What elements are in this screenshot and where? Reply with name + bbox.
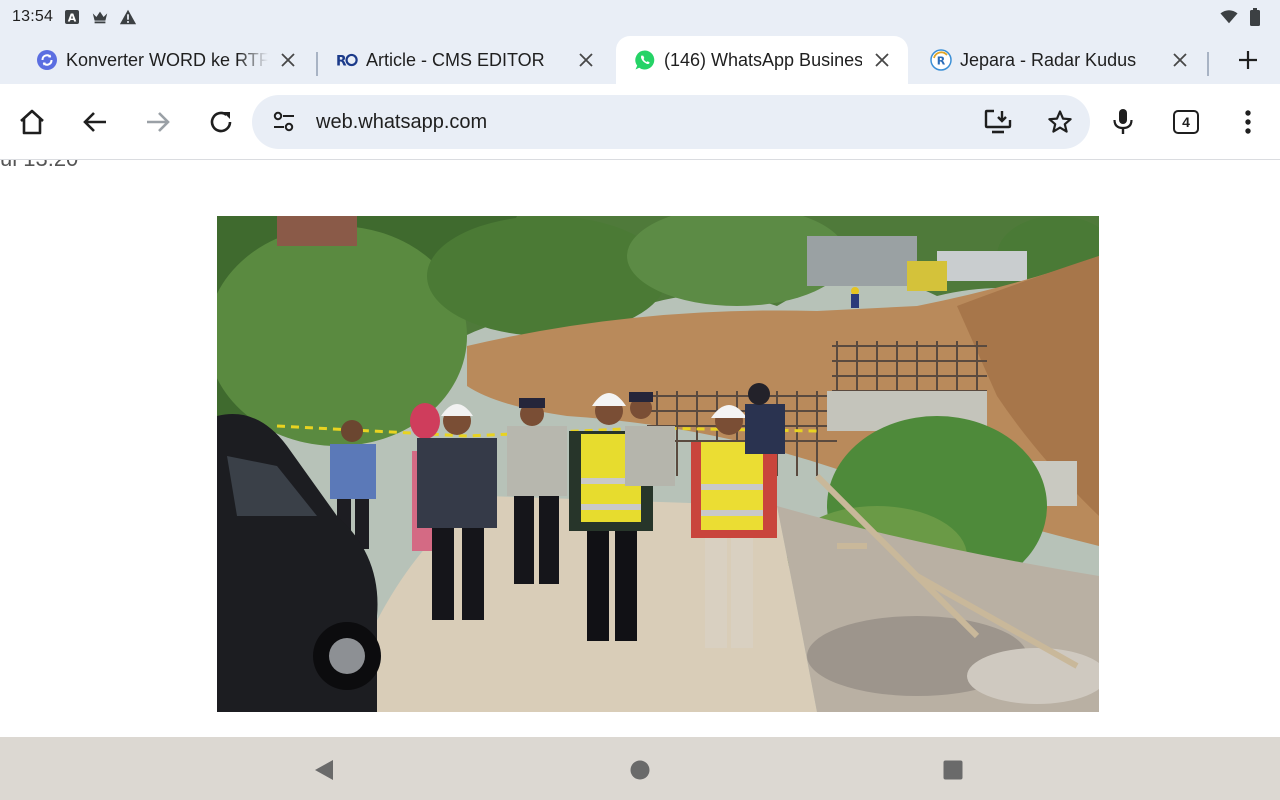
triangle-back-icon: [315, 760, 333, 780]
crown-icon: [91, 8, 109, 26]
site-settings-icon[interactable]: [264, 102, 304, 142]
install-app-icon: [984, 109, 1012, 134]
whatsapp-icon: [634, 49, 656, 71]
construction-site-photo[interactable]: [217, 216, 1099, 712]
android-nav-bar: [0, 737, 1280, 800]
menu-button[interactable]: [1228, 102, 1268, 142]
square-recents-icon: [943, 760, 963, 780]
nav-back-button[interactable]: [309, 755, 339, 785]
home-button[interactable]: [12, 102, 52, 142]
close-tab-icon[interactable]: [868, 46, 896, 74]
arrow-right-icon: [147, 112, 170, 132]
tab-switcher-button[interactable]: 4: [1166, 102, 1206, 142]
more-vert-icon: [1245, 110, 1251, 134]
tab-count: 4: [1173, 110, 1199, 134]
browser-toolbar: web.whatsapp.com 4: [0, 84, 1280, 160]
tab-article-cms[interactable]: R Article - CMS EDITOR: [318, 36, 612, 84]
star-icon: [1048, 110, 1072, 133]
web-content: ul 13:20: [0, 160, 1280, 737]
svg-text:R: R: [336, 54, 347, 70]
close-tab-icon[interactable]: [572, 46, 600, 74]
tab-strip: Konverter WORD ke RTF - R Article - CMS …: [0, 34, 1280, 84]
new-tab-button[interactable]: [1230, 42, 1266, 78]
tab-separator: [1207, 52, 1209, 76]
address-bar[interactable]: web.whatsapp.com: [252, 95, 1090, 149]
tab-radar-kudus[interactable]: R Jepara - Radar Kudus: [912, 36, 1206, 84]
ro-logo-icon: R: [336, 49, 358, 71]
wifi-icon: [1220, 8, 1238, 26]
font-a-icon: A: [63, 8, 81, 26]
install-app-button[interactable]: [978, 102, 1018, 142]
converter-icon: [36, 49, 58, 71]
partial-timestamp-text: ul 13:20: [0, 160, 78, 172]
status-time: 13:54: [12, 8, 54, 25]
battery-icon: [1246, 8, 1264, 26]
warning-icon: [119, 8, 137, 26]
voice-search-button[interactable]: [1103, 102, 1143, 142]
home-icon: [20, 109, 44, 135]
back-button[interactable]: [75, 102, 115, 142]
tab-title: (146) WhatsApp Business: [664, 49, 862, 70]
tab-whatsapp-business[interactable]: (146) WhatsApp Business: [616, 36, 908, 84]
circle-home-icon: [630, 760, 650, 780]
radar-kudus-icon: R: [930, 49, 952, 71]
bookmark-button[interactable]: [1040, 102, 1080, 142]
arrow-left-icon: [83, 112, 106, 132]
status-bar: 13:54 A: [0, 0, 1280, 34]
tab-title: Konverter WORD ke RTF -: [66, 49, 268, 70]
nav-home-button[interactable]: [625, 755, 655, 785]
nav-recents-button[interactable]: [938, 755, 968, 785]
plus-icon: [1239, 51, 1257, 69]
tab-title: Article - CMS EDITOR: [366, 49, 545, 70]
reload-icon: [210, 111, 232, 133]
microphone-icon: [1113, 109, 1133, 134]
tab-konverter[interactable]: Konverter WORD ke RTF -: [18, 36, 314, 84]
forward-button[interactable]: [138, 102, 178, 142]
close-tab-icon[interactable]: [274, 46, 302, 74]
svg-text:A: A: [68, 12, 77, 25]
reload-button[interactable]: [201, 102, 241, 142]
close-tab-icon[interactable]: [1166, 46, 1194, 74]
url-text[interactable]: web.whatsapp.com: [316, 111, 978, 134]
svg-text:R: R: [937, 55, 946, 68]
tab-title: Jepara - Radar Kudus: [960, 49, 1137, 70]
